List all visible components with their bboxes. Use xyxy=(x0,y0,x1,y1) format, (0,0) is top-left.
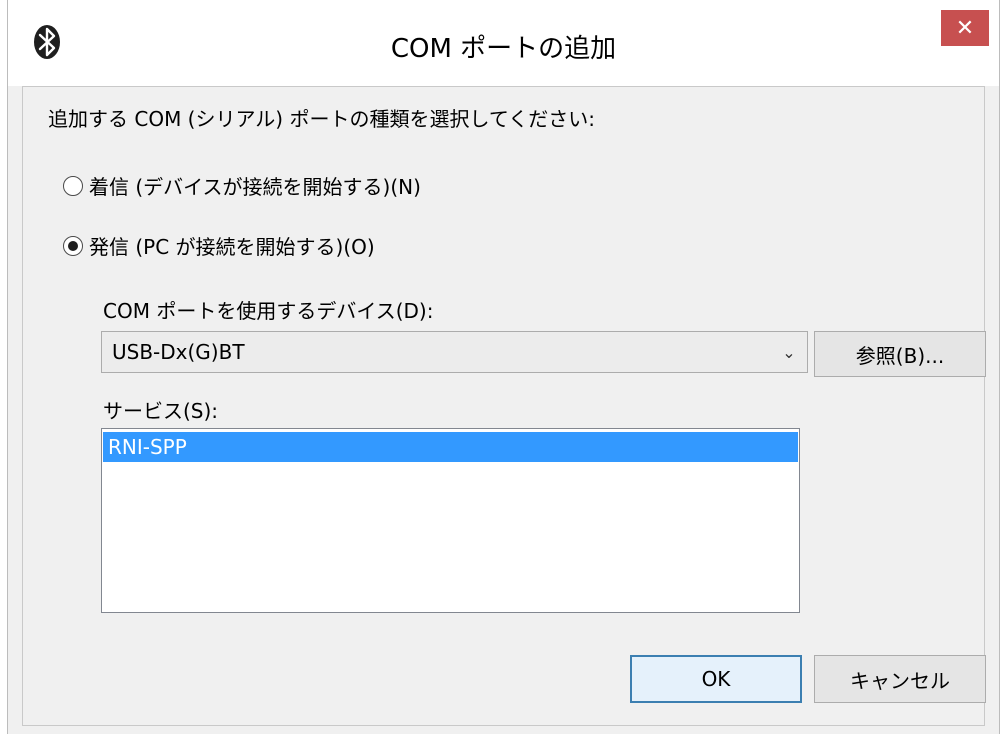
cancel-button[interactable]: キャンセル xyxy=(814,655,986,703)
ok-button[interactable]: OK xyxy=(630,655,802,703)
radio-outgoing-circle[interactable] xyxy=(63,235,83,256)
title-bar[interactable]: COM ポートの追加 ✕ xyxy=(8,0,999,86)
services-label: サービス(S): xyxy=(103,399,219,423)
dialog-body: 追加する COM (シリアル) ポートの種類を選択してください: 着信 (デバイ… xyxy=(22,86,986,726)
radio-incoming-circle[interactable] xyxy=(63,175,83,196)
services-list[interactable]: RNI-SPP xyxy=(101,428,800,613)
close-icon: ✕ xyxy=(955,15,975,41)
close-button[interactable]: ✕ xyxy=(941,10,989,46)
radio-outgoing[interactable]: 発信 (PC が接続を開始する)(O) xyxy=(63,231,375,260)
radio-incoming[interactable]: 着信 (デバイスが接続を開始する)(N) xyxy=(63,171,421,200)
chevron-down-icon[interactable]: ⌄ xyxy=(771,343,807,362)
add-com-port-dialog: COM ポートの追加 ✕ 追加する COM (シリアル) ポートの種類を選択して… xyxy=(7,0,1000,734)
radio-incoming-label: 着信 (デバイスが接続を開始する)(N) xyxy=(89,175,421,199)
browse-button[interactable]: 参照(B)... xyxy=(814,331,986,377)
device-select[interactable]: USB-Dx(G)BT ⌄ xyxy=(101,331,808,373)
list-item[interactable]: RNI-SPP xyxy=(103,432,798,462)
device-label: COM ポートを使用するデバイス(D): xyxy=(103,299,434,323)
radio-outgoing-label: 発信 (PC が接続を開始する)(O) xyxy=(89,235,375,259)
prompt-text: 追加する COM (シリアル) ポートの種類を選択してください: xyxy=(48,107,595,131)
device-select-value: USB-Dx(G)BT xyxy=(112,340,245,364)
window-title: COM ポートの追加 xyxy=(390,34,617,64)
